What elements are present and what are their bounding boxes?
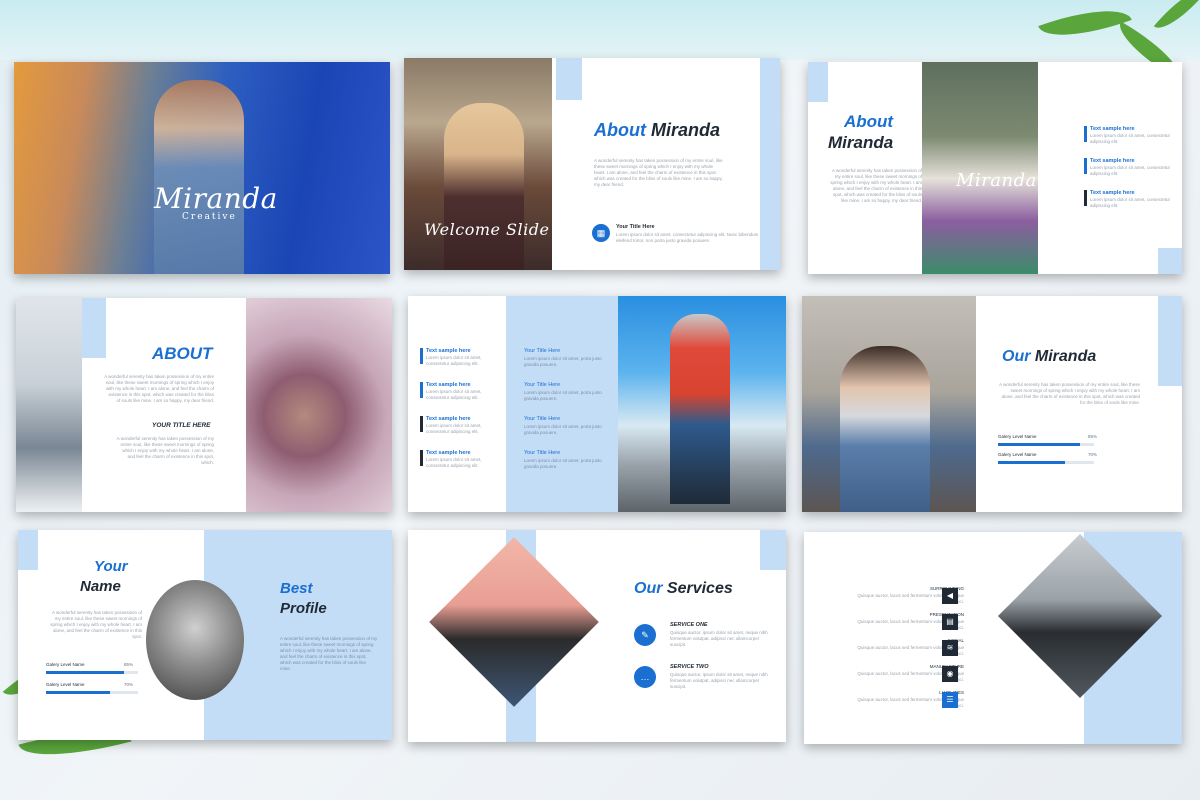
about-body-text: A wonderful serenity has taken possessio…: [104, 374, 214, 403]
slide-subtitle: YOUR TITLE HERE: [152, 422, 211, 429]
miranda-photo: [922, 62, 1038, 274]
progress-bar: [998, 461, 1094, 464]
text-item: Text sample here Lorem ipsum dolor sit a…: [1084, 126, 1176, 158]
text-item: Text sample here Lorem ipsum dolor sit a…: [1084, 158, 1176, 190]
slide-our-services[interactable]: Our Services ✎ SERVICE ONE Quisque aucto…: [408, 530, 786, 742]
progress-bar: [46, 671, 138, 674]
service-body: Quisque auctor, ipsum dolor sit amet, ne…: [670, 630, 768, 647]
edit-icon: ✎: [634, 624, 656, 646]
arrow-icon: ◀: [942, 588, 958, 604]
slide-title: About Miranda: [594, 120, 720, 141]
signal-icon: ≋: [942, 640, 958, 656]
hat-woman-photo: [16, 298, 82, 512]
slide-title: Our Miranda: [1002, 348, 1097, 365]
background-top: [0, 0, 1200, 60]
slide-our-miranda[interactable]: Our Miranda A wonderful serenity has tak…: [802, 296, 1182, 512]
database-icon: ☰: [942, 692, 958, 708]
profile-photo: [146, 580, 244, 700]
woman-figure: [444, 103, 524, 270]
text-item: Text sample here Lorem ipsum dolor sit a…: [420, 416, 504, 450]
cover-script-title: Miranda: [154, 182, 278, 215]
about-body-text: A wonderful serenity has taken possessio…: [594, 158, 723, 187]
progress-bar: [998, 443, 1094, 446]
about-body-text-2: A wonderful serenity has taken possessio…: [116, 436, 214, 465]
body-text: A wonderful serenity has taken possessio…: [999, 382, 1140, 405]
text-item: Your Title Here Lorem ipsum dolor sit am…: [524, 416, 602, 435]
briefcase-icon: ▤: [942, 614, 958, 630]
text-item: Your Title Here Lorem ipsum dolor sit am…: [524, 348, 602, 367]
text-items: Text sample here Lorem ipsum dolor sit a…: [1084, 126, 1176, 222]
slide-cover[interactable]: Miranda Creative: [14, 62, 390, 274]
welcome-script: Welcome Slide: [424, 220, 550, 239]
title-line-2: Miranda: [828, 133, 894, 152]
slide-text-samples[interactable]: Text sample here Lorem ipsum dolor sit a…: [408, 296, 786, 512]
mid-items: Your Title Here Lorem ipsum dolor sit am…: [524, 348, 614, 484]
item-body: Lorem ipsum dolor sit amet, consectetur …: [616, 232, 759, 243]
name-body-text: A wonderful serenity has taken possessio…: [50, 610, 142, 639]
woman-figure: [670, 314, 730, 504]
your-text: Your: [94, 558, 128, 575]
diamond-photo: [429, 537, 599, 707]
title-word-blue: About: [594, 120, 646, 140]
accent-block: [82, 298, 106, 358]
text-item: Text sample here Lorem ipsum dolor sit a…: [1084, 190, 1176, 222]
slide-title: ABOUT: [152, 344, 213, 363]
bulb-icon: ◉: [942, 666, 958, 682]
profile-text: Profile: [280, 600, 327, 617]
item-title: Your Title Here: [616, 224, 655, 230]
slide-features[interactable]: SURROUNDING Quisque auctor, lacus sed fe…: [804, 532, 1182, 744]
title-word-dark: Miranda: [651, 120, 721, 140]
best-text: Best: [280, 580, 313, 597]
accent-block: [18, 530, 38, 570]
service-title: SERVICE ONE: [670, 622, 708, 628]
chat-icon: …: [634, 666, 656, 688]
flower-photo: [246, 298, 392, 512]
accent-block: [556, 58, 582, 100]
text-item: Your Title Here Lorem ipsum dolor sit am…: [524, 450, 602, 469]
slide-your-name[interactable]: Your Name A wonderful serenity has taken…: [18, 530, 392, 740]
profile-body-text: A wonderful serenity has taken possessio…: [280, 636, 378, 671]
accent-block: [760, 530, 786, 570]
text-item: Text sample here Lorem ipsum dolor sit a…: [420, 382, 504, 416]
miranda-script: Miranda: [956, 170, 1037, 191]
accent-strip: [1158, 296, 1182, 386]
name-text: Name: [80, 578, 121, 595]
woman-figure: [154, 80, 244, 274]
text-item: Text sample here Lorem ipsum dolor sit a…: [420, 348, 504, 382]
text-item: Your Title Here Lorem ipsum dolor sit am…: [524, 382, 602, 401]
accent-block: [808, 62, 828, 102]
accent-block: [1158, 248, 1182, 274]
slide-about-miranda-2[interactable]: About Miranda A wonderful serenity has t…: [808, 62, 1182, 274]
left-items: Text sample here Lorem ipsum dolor sit a…: [420, 348, 504, 484]
calendar-icon: ▦: [592, 224, 610, 242]
progress-bar: [46, 691, 138, 694]
text-item: Text sample here Lorem ipsum dolor sit a…: [420, 450, 504, 484]
slide-about[interactable]: ABOUT A wonderful serenity has taken pos…: [16, 298, 392, 512]
title-line-1: About: [844, 112, 894, 131]
service-body: Quisque auctor, ipsum dolor sit amet, ne…: [670, 672, 768, 689]
service-title: SERVICE TWO: [670, 664, 709, 670]
slide-title: Our Services: [634, 580, 733, 597]
slide-about-miranda[interactable]: Welcome Slide About Miranda A wonderful …: [404, 58, 780, 270]
about-body-text: A wonderful serenity has taken possessio…: [830, 168, 922, 203]
woman-figure: [840, 346, 930, 512]
cover-script-subtitle: Creative: [182, 212, 237, 222]
